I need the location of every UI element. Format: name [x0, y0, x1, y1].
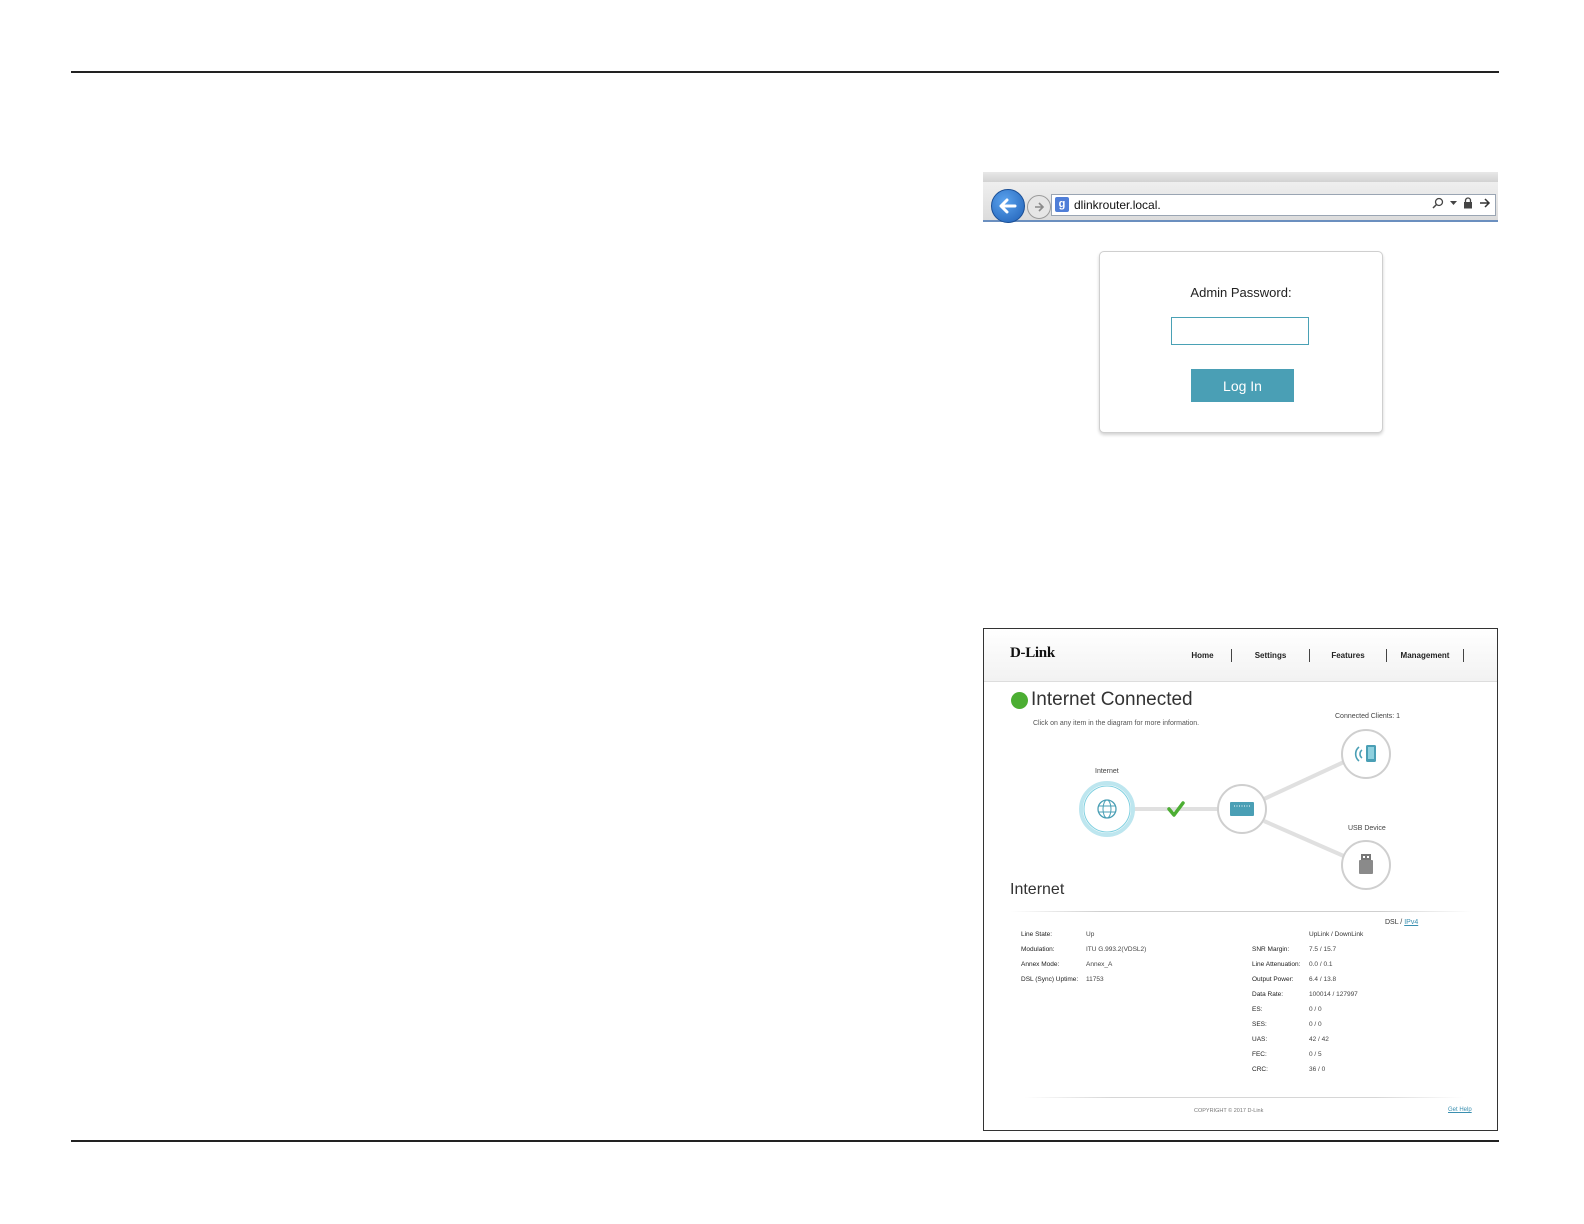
back-button[interactable]: [991, 189, 1025, 223]
internet-node[interactable]: [1079, 781, 1135, 837]
page-top-rule: [71, 71, 1499, 73]
uplink-downlink-header: UpLink / DownLink: [1309, 931, 1364, 938]
section-divider: [1010, 911, 1472, 912]
login-card: Admin Password: Log In: [1099, 251, 1383, 433]
url-text: dlinkrouter.local.: [1074, 198, 1161, 212]
router-node[interactable]: [1217, 784, 1267, 834]
go-arrow-icon[interactable]: [1479, 198, 1491, 208]
admin-password-input[interactable]: [1171, 317, 1309, 345]
login-button[interactable]: Log In: [1191, 369, 1294, 402]
lock-icon[interactable]: [1463, 197, 1473, 209]
forward-button[interactable]: [1027, 195, 1051, 219]
page-bottom-rule: [71, 1140, 1499, 1142]
connected-clients-node[interactable]: [1341, 729, 1391, 779]
browser-tab-strip: [983, 172, 1498, 182]
arrow-right-icon: [1035, 202, 1045, 212]
connected-clients-label: Connected Clients: 1: [1335, 713, 1400, 720]
usb-drive-icon: [1359, 854, 1373, 874]
browser-address-bar: g dlinkrouter.local.: [983, 172, 1498, 223]
connection-type-switch: DSL / IPv4: [1385, 919, 1419, 926]
footer-divider: [1024, 1097, 1464, 1098]
router-icon: [1230, 802, 1254, 816]
usb-device-label: USB Device: [1348, 825, 1386, 832]
router-dashboard: D-Link Home Settings Features Management…: [983, 628, 1498, 1131]
arrow-left-icon: [999, 198, 1017, 214]
get-help-link[interactable]: Get Help: [1448, 1107, 1472, 1113]
search-engine-icon: g: [1055, 197, 1069, 212]
internet-label: Internet: [1095, 768, 1119, 775]
ipv4-link[interactable]: IPv4: [1404, 919, 1418, 926]
url-field[interactable]: g dlinkrouter.local.: [1051, 194, 1496, 216]
dropdown-arrow-icon[interactable]: [1450, 200, 1457, 206]
dsl-label: DSL: [1385, 919, 1399, 926]
admin-password-label: Admin Password:: [1190, 285, 1292, 300]
copyright-text: COPYRIGHT © 2017 D-Link: [1194, 1108, 1264, 1114]
search-icon[interactable]: [1432, 197, 1444, 209]
usb-device-node[interactable]: [1341, 840, 1391, 890]
section-title: Internet: [1010, 881, 1065, 898]
network-diagram: [1079, 729, 1391, 890]
